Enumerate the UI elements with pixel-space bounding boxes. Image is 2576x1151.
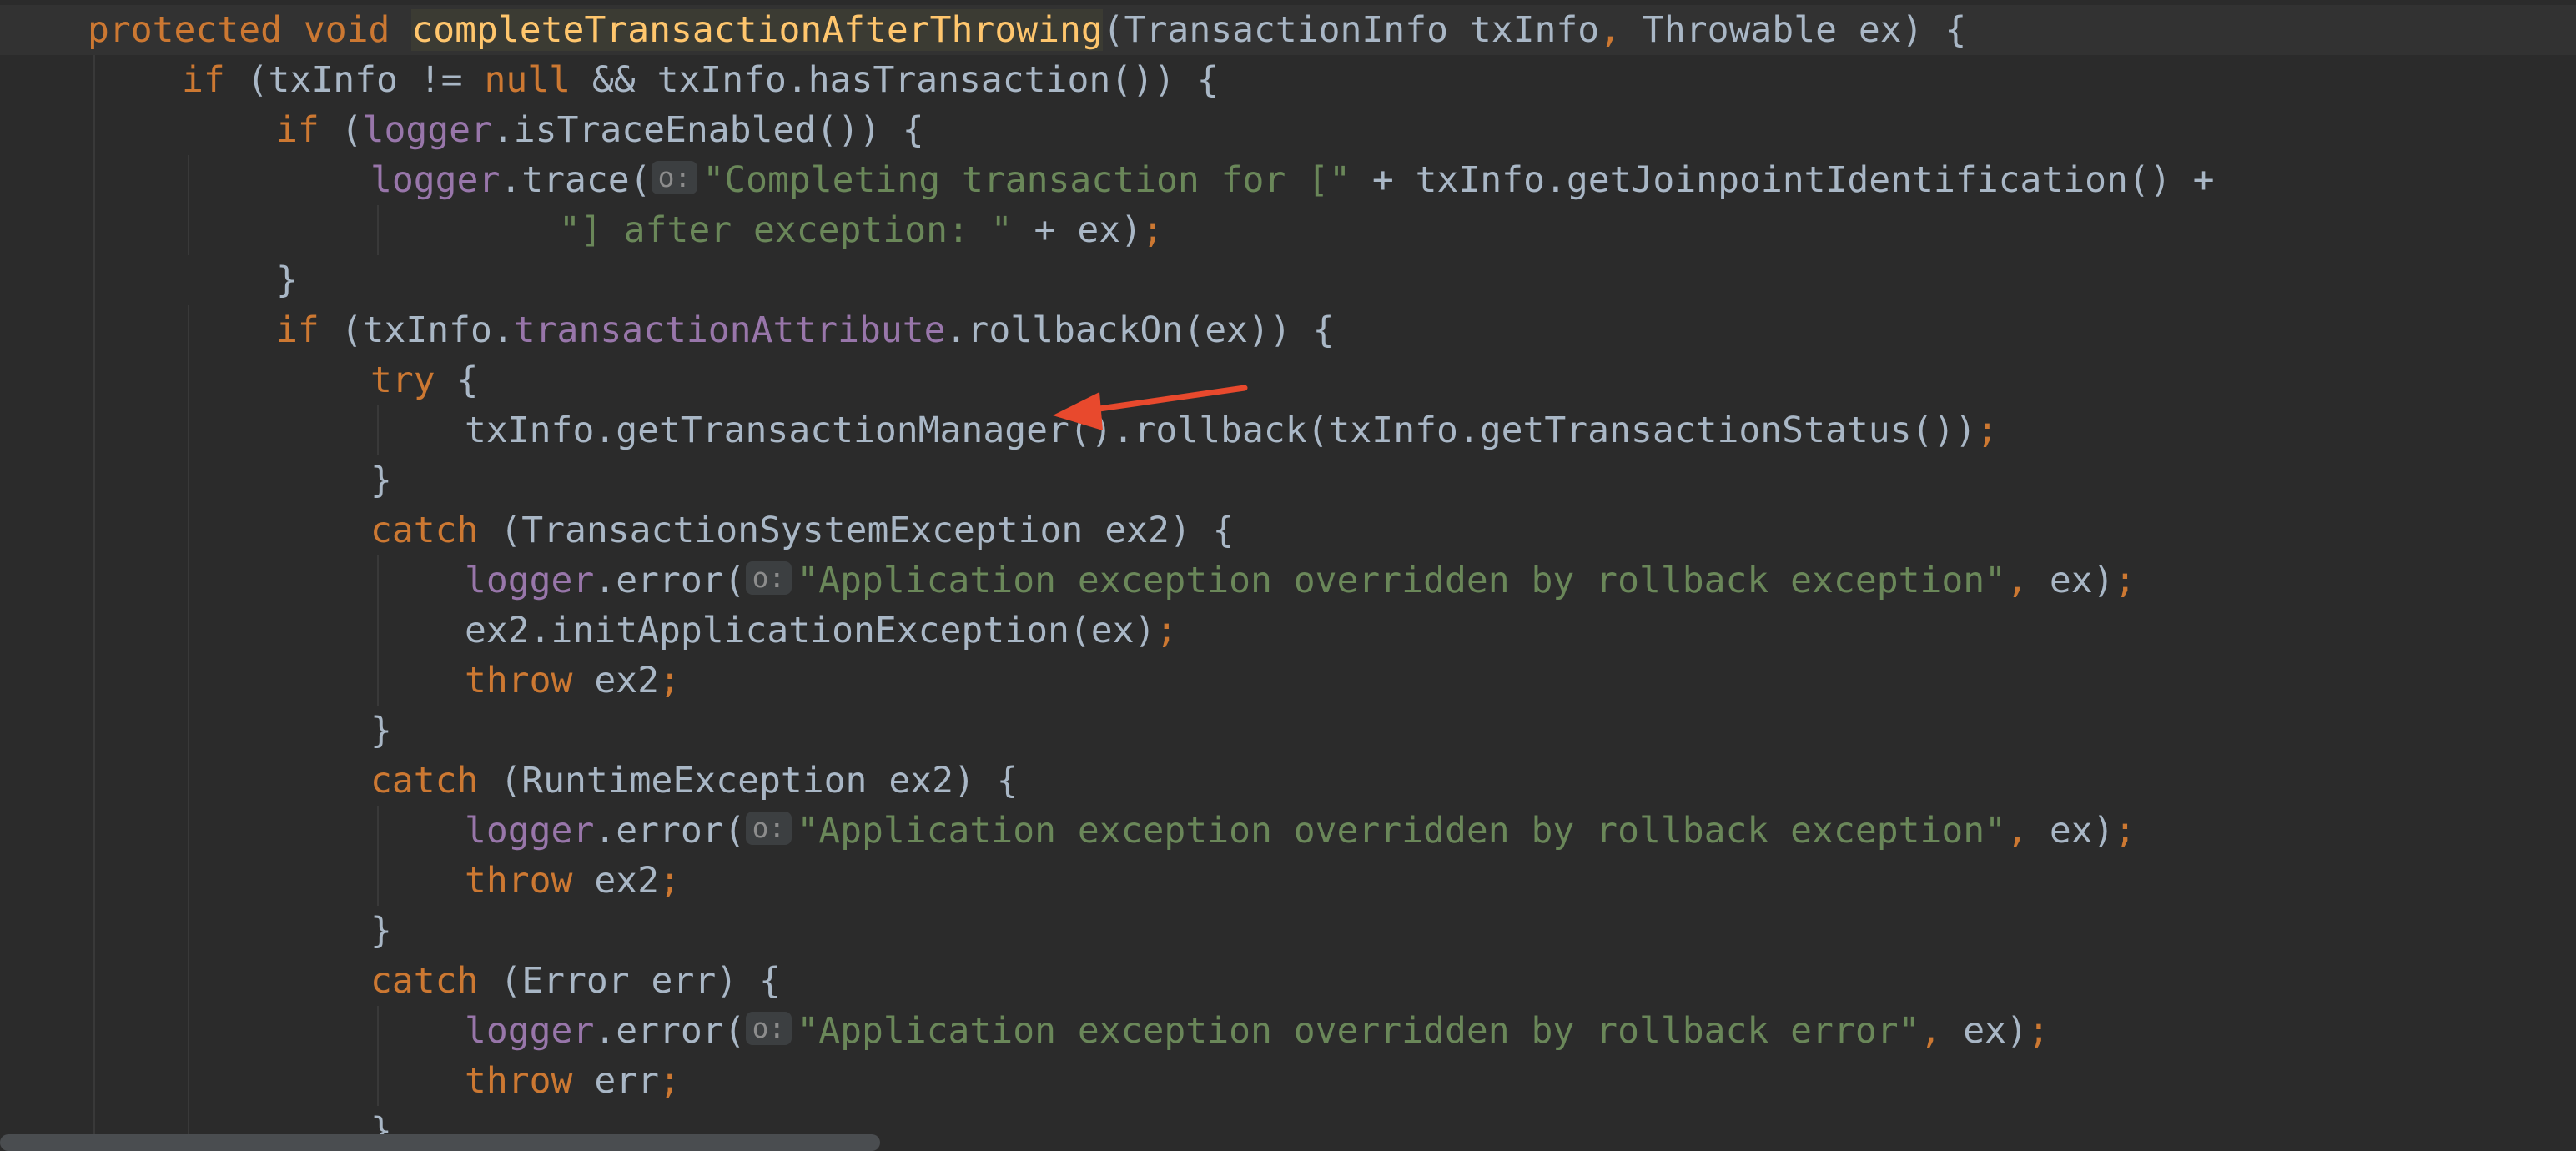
code-token: .isTraceEnabled()) { bbox=[491, 109, 924, 151]
code-token: null bbox=[484, 59, 571, 101]
code-line[interactable]: throw err; bbox=[0, 1056, 681, 1106]
code-token: "] after exception: " bbox=[559, 209, 1013, 251]
code-token: if bbox=[182, 59, 225, 101]
code-token: "Application exception overridden by rol… bbox=[797, 1010, 1920, 1052]
parameter-hint: o: bbox=[745, 1012, 792, 1045]
code-line[interactable]: catch (Error err) { bbox=[0, 956, 781, 1006]
code-token: .error( bbox=[594, 1010, 746, 1052]
code-token: , bbox=[1599, 9, 1622, 51]
code-line[interactable]: logger.error(o: "Application exception ov… bbox=[0, 1006, 2050, 1056]
code-line[interactable]: logger.error(o: "Application exception ov… bbox=[0, 555, 2136, 606]
code-token: { bbox=[435, 359, 479, 401]
code-token: .error( bbox=[594, 810, 746, 852]
code-line[interactable]: } bbox=[0, 455, 392, 505]
code-line[interactable]: throw ex2; bbox=[0, 656, 681, 706]
code-token: void bbox=[303, 9, 390, 51]
code-token: ex) bbox=[2027, 810, 2115, 852]
code-line[interactable]: if (logger.isTraceEnabled()) { bbox=[0, 105, 924, 155]
code-token: + txInfo.getJoinpointIdentification() + bbox=[1350, 159, 2215, 201]
code-token: catch bbox=[370, 960, 479, 1002]
code-token: , bbox=[1919, 1010, 1942, 1052]
code-token: if bbox=[276, 109, 319, 151]
code-token: (TransactionSystemException ex2) { bbox=[478, 510, 1235, 551]
code-token: , bbox=[2006, 810, 2028, 852]
code-token: } bbox=[370, 460, 392, 501]
code-token: } bbox=[370, 710, 392, 751]
parameter-hint: o: bbox=[651, 161, 698, 194]
code-token: catch bbox=[370, 510, 479, 551]
code-token: ; bbox=[659, 1060, 681, 1102]
code-token: transactionAttribute bbox=[513, 309, 946, 351]
code-line[interactable]: throw ex2; bbox=[0, 856, 681, 906]
code-token: (Error err) { bbox=[478, 960, 781, 1002]
code-token: (TransactionInfo txInfo bbox=[1102, 9, 1600, 51]
code-token: } bbox=[276, 259, 298, 301]
code-line[interactable]: catch (TransactionSystemException ex2) { bbox=[0, 505, 1235, 555]
code-token: , bbox=[2006, 560, 2028, 601]
code-token: catch bbox=[370, 760, 479, 802]
code-token: logger bbox=[465, 810, 595, 852]
code-line[interactable]: catch (RuntimeException ex2) { bbox=[0, 756, 1019, 806]
code-editor[interactable]: protected void completeTransactionAfterT… bbox=[0, 0, 2576, 1151]
code-token: (txInfo. bbox=[319, 309, 514, 351]
code-token: logger bbox=[370, 159, 501, 201]
code-token: ; bbox=[659, 660, 681, 701]
code-token: ex2 bbox=[572, 660, 660, 701]
code-token: logger bbox=[465, 560, 595, 601]
code-token: ; bbox=[2114, 560, 2136, 601]
parameter-hint: o: bbox=[745, 812, 792, 845]
code-token: ex) bbox=[2027, 560, 2115, 601]
code-token: throw bbox=[465, 860, 573, 902]
code-token: throw bbox=[465, 660, 573, 701]
code-token: (RuntimeException ex2) { bbox=[478, 760, 1019, 802]
code-token: if bbox=[276, 309, 319, 351]
code-line[interactable]: txInfo.getTransactionManager().rollback(… bbox=[0, 405, 1998, 455]
code-token: ex2.initApplicationException(ex) bbox=[465, 610, 1156, 651]
code-token: txInfo.getTransactionManager().rollback(… bbox=[465, 410, 1977, 451]
code-token: try bbox=[370, 359, 435, 401]
code-token: .error( bbox=[594, 560, 746, 601]
code-line[interactable]: "] after exception: " + ex); bbox=[0, 205, 1164, 255]
code-token: "Application exception overridden by rol… bbox=[797, 810, 2007, 852]
code-token: + ex) bbox=[1012, 209, 1142, 251]
code-line[interactable]: if (txInfo.transactionAttribute.rollback… bbox=[0, 305, 1335, 355]
code-token: Throwable ex) { bbox=[1621, 9, 1967, 51]
code-line[interactable]: } bbox=[0, 706, 392, 756]
code-token: "Completing transaction for [" bbox=[702, 159, 1351, 201]
code-line[interactable]: protected void completeTransactionAfterT… bbox=[0, 5, 2576, 55]
code-line[interactable]: if (txInfo != null && txInfo.hasTransact… bbox=[0, 55, 1219, 105]
code-token: .rollbackOn(ex)) { bbox=[945, 309, 1335, 351]
code-token: throw bbox=[465, 1060, 573, 1102]
code-line[interactable]: } bbox=[0, 255, 298, 305]
code-token: ; bbox=[659, 860, 681, 902]
code-token: ex) bbox=[1941, 1010, 2028, 1052]
code-line[interactable]: logger.trace(o: "Completing transaction f… bbox=[0, 155, 2215, 205]
code-token: ( bbox=[319, 109, 363, 151]
code-token: ; bbox=[2114, 810, 2136, 852]
code-token: } bbox=[370, 910, 392, 952]
code-line[interactable]: logger.error(o: "Application exception ov… bbox=[0, 806, 2136, 856]
code-token: ; bbox=[1155, 610, 1178, 651]
code-token: protected bbox=[88, 9, 282, 51]
code-line[interactable]: try { bbox=[0, 355, 478, 405]
code-token: ; bbox=[1142, 209, 1164, 251]
code-token: (txInfo != bbox=[224, 59, 485, 101]
code-token: ex2 bbox=[572, 860, 660, 902]
code-token: completeTransactionAfterThrowing bbox=[411, 9, 1103, 51]
code-token: ; bbox=[1976, 410, 1999, 451]
code-token: "Application exception overridden by rol… bbox=[797, 560, 2007, 601]
code-line[interactable]: } bbox=[0, 906, 392, 956]
parameter-hint: o: bbox=[745, 561, 792, 595]
code-token: logger bbox=[362, 109, 492, 151]
code-token: ; bbox=[2027, 1010, 2050, 1052]
horizontal-scrollbar[interactable] bbox=[0, 1134, 880, 1151]
code-token: err bbox=[572, 1060, 660, 1102]
code-token: && txInfo.hasTransaction()) { bbox=[571, 59, 1219, 101]
code-token: logger bbox=[465, 1010, 595, 1052]
code-token: .trace( bbox=[500, 159, 652, 201]
code-line[interactable]: ex2.initApplicationException(ex); bbox=[0, 606, 1177, 656]
